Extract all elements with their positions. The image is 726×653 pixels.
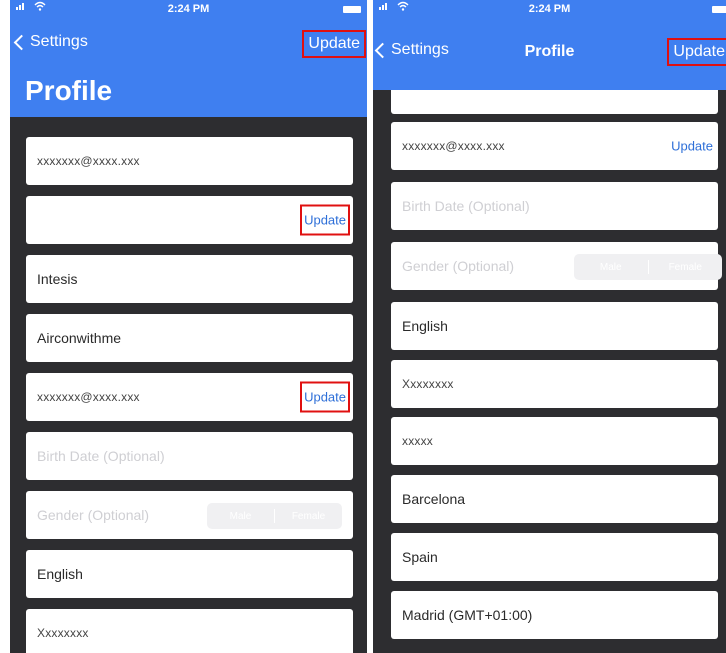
status-time: 2:24 PM — [167, 3, 210, 15]
city-field[interactable]: Xxxxxxxx — [26, 609, 353, 653]
field-placeholder: Birth Date (Optional) — [37, 448, 165, 464]
secondary-email-field[interactable]: xxxxxxx@xxxx.xxx Update — [26, 373, 353, 421]
field-value: Airconwithme — [37, 330, 122, 346]
back-label: Settings — [30, 33, 88, 50]
last-name-field[interactable]: Airconwithme — [26, 314, 353, 362]
status-bar: 2:24 PM — [373, 0, 726, 20]
secondary-email-field[interactable]: xxxxxxx@xxxx.xxx Update — [391, 122, 718, 170]
field-value: Spain — [402, 549, 438, 565]
field-value: xxxxxxx@xxxx.xxx — [402, 139, 505, 153]
region-field[interactable]: Barcelona — [391, 475, 718, 523]
gender-option-male[interactable]: Male — [207, 511, 274, 522]
field-value: xxxxxxx@xxxx.xxx — [37, 390, 140, 404]
gender-segmented-control[interactable]: Male Female — [207, 503, 342, 529]
page-title: Profile — [25, 75, 113, 106]
chevron-left-icon — [13, 34, 30, 50]
first-name-field[interactable]: Intesis — [26, 255, 353, 303]
birth-date-field[interactable]: Birth Date (Optional) — [26, 432, 353, 480]
gender-option-male[interactable]: Male — [574, 262, 648, 273]
city-field[interactable]: Xxxxxxxx — [391, 360, 718, 408]
field-value: English — [402, 318, 448, 334]
field-placeholder: Birth Date (Optional) — [402, 198, 530, 214]
field-value: Xxxxxxxx — [402, 377, 454, 391]
field-placeholder: Gender (Optional) — [37, 507, 150, 523]
field-value: English — [37, 566, 83, 582]
field-value: Madrid (GMT+01:00) — [402, 607, 533, 623]
gender-option-female[interactable]: Female — [649, 262, 723, 273]
field-placeholder: Gender (Optional) — [402, 258, 515, 274]
nav-update-button[interactable]: Update — [667, 38, 726, 66]
battery-icon — [343, 6, 361, 13]
field-update-button[interactable]: Update — [300, 381, 350, 413]
field-update-button[interactable]: Update — [300, 204, 350, 236]
profile-screen-scrolled: Airconwithme 2:24 PM Settings Profile Up… — [373, 0, 726, 653]
field-value: Barcelona — [402, 491, 466, 507]
gender-segmented-control[interactable]: Male Female — [574, 254, 722, 280]
gender-field: Gender (Optional) Male Female — [391, 242, 722, 290]
birth-date-field[interactable]: Birth Date (Optional) — [391, 182, 718, 230]
gender-field: Gender (Optional) Male Female — [26, 491, 353, 539]
new-email-field[interactable]: Update — [26, 196, 353, 244]
country-field[interactable]: Spain — [391, 533, 718, 581]
status-time: 2:24 PM — [528, 3, 571, 15]
postal-code-field[interactable]: xxxxx — [391, 417, 718, 465]
nav-update-button[interactable]: Update — [302, 30, 366, 58]
field-update-button[interactable]: Update — [669, 133, 715, 160]
language-field[interactable]: English — [391, 302, 718, 350]
field-value: Intesis — [37, 271, 78, 287]
battery-icon — [712, 6, 726, 13]
back-button[interactable]: Settings — [12, 33, 88, 51]
language-field[interactable]: English — [26, 550, 353, 598]
status-bar: 2:24 PM — [10, 0, 367, 20]
timezone-field[interactable]: Madrid (GMT+01:00) — [391, 591, 718, 639]
gender-option-female[interactable]: Female — [275, 511, 342, 522]
email-field[interactable]: xxxxxxx@xxxx.xxx — [26, 137, 353, 185]
profile-screen-expanded: 2:24 PM Settings Update Profile xxxxxxx@… — [10, 0, 367, 653]
field-value: Xxxxxxxx — [37, 626, 89, 640]
field-value: xxxxxxx@xxxx.xxx — [37, 154, 140, 168]
field-value: xxxxx — [402, 434, 433, 448]
